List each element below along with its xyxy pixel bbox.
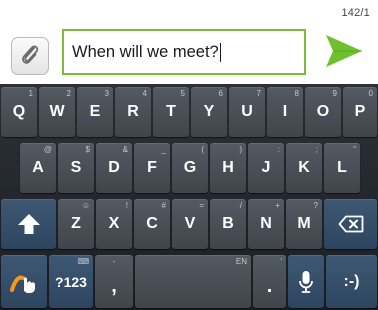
send-button[interactable]	[322, 33, 366, 73]
key-g[interactable]: (G	[172, 143, 208, 193]
key-h[interactable]: ) H	[210, 143, 246, 193]
key-a[interactable]: @ A	[20, 143, 56, 193]
swype-hand-icon	[9, 270, 39, 294]
key-label: K	[298, 159, 310, 176]
message-text: When will we meet?	[72, 42, 219, 61]
key-p[interactable]: 0P	[343, 87, 377, 137]
key-label: X	[108, 215, 120, 232]
key-l[interactable]: " L	[324, 143, 360, 193]
microphone-icon	[298, 270, 314, 294]
key-m[interactable]: ? M	[286, 199, 322, 249]
period-key[interactable]: ' .	[253, 255, 286, 308]
shift-key-face	[1, 199, 56, 249]
space-key[interactable]: EN	[135, 255, 251, 308]
key-label: V	[184, 215, 196, 232]
key-label: B	[222, 215, 234, 232]
key-label: H	[222, 159, 234, 176]
key-r[interactable]: 4R	[115, 87, 151, 137]
key-label: L	[337, 159, 347, 176]
key-label: M	[297, 215, 311, 232]
key-label: U	[241, 103, 253, 120]
key-v[interactable]: = V	[172, 199, 208, 249]
comma-key[interactable]: - ,	[95, 255, 133, 308]
key-f[interactable]: _ F	[134, 143, 170, 193]
key-label: R	[127, 103, 139, 120]
key-c[interactable]: # C	[134, 199, 170, 249]
key-label: N	[260, 215, 272, 232]
key-k[interactable]: ; K	[286, 143, 322, 193]
shift-key[interactable]	[1, 199, 56, 249]
key-label: Q	[12, 103, 26, 120]
key-label: I	[282, 103, 288, 120]
key-label: E	[89, 103, 101, 120]
key-i[interactable]: 8I	[267, 87, 303, 137]
key-n[interactable]: + N	[248, 199, 284, 249]
key-label: Y	[203, 103, 215, 120]
swype-key[interactable]	[1, 255, 47, 308]
key-label: A	[32, 159, 44, 176]
shift-arrow-icon	[17, 213, 41, 235]
key-label: .	[266, 275, 273, 297]
send-arrow-icon	[324, 34, 364, 73]
paperclip-icon	[19, 42, 41, 71]
key-label: F	[147, 159, 157, 176]
compose-area: 142/1 When will we meet?	[0, 0, 378, 84]
soft-keyboard: 1Q 2W 3E 4R 5T 6Y 7U 8I 9O 0P @ A $ S & D _…	[0, 84, 378, 310]
key-x[interactable]: ! X	[96, 199, 132, 249]
key-q[interactable]: 1Q	[1, 87, 37, 137]
key-label: S	[70, 159, 82, 176]
key-label: G	[183, 159, 197, 176]
key-label: T	[166, 103, 176, 120]
symbols-key[interactable]: ⌨ ?123	[49, 255, 93, 308]
swype-key-face	[1, 255, 47, 308]
text-caret	[219, 42, 221, 62]
message-input[interactable]: When will we meet?	[62, 29, 306, 75]
smiley-key[interactable]: :-)	[326, 255, 377, 308]
key-label: ,	[111, 275, 117, 297]
key-o[interactable]: 9O	[305, 87, 341, 137]
backspace-key-face	[324, 199, 377, 249]
key-w[interactable]: 2W	[39, 87, 75, 137]
key-j[interactable]: :J	[248, 143, 284, 193]
key-label: Z	[71, 215, 81, 232]
attach-button[interactable]	[11, 37, 49, 75]
key-b[interactable]: / B	[210, 199, 246, 249]
key-label: C	[146, 215, 158, 232]
key-label: J	[261, 159, 271, 176]
key-label: D	[108, 159, 120, 176]
microphone-key-face	[288, 255, 324, 308]
key-label: :-)	[343, 272, 360, 290]
key-s[interactable]: $ S	[58, 143, 94, 193]
key-u[interactable]: 7U	[229, 87, 265, 137]
key-label: O	[316, 103, 330, 120]
backspace-icon	[338, 215, 364, 233]
key-z[interactable]: ☺ Z	[58, 199, 94, 249]
character-counter: 142/1	[341, 7, 370, 19]
microphone-key[interactable]	[288, 255, 324, 308]
key-y[interactable]: 6Y	[191, 87, 227, 137]
key-t[interactable]: 5T	[153, 87, 189, 137]
backspace-key[interactable]	[324, 199, 377, 249]
key-label: W	[49, 103, 65, 120]
key-d[interactable]: & D	[96, 143, 132, 193]
key-label: ?123	[55, 273, 87, 290]
key-e[interactable]: 3E	[77, 87, 113, 137]
key-label: P	[354, 103, 366, 120]
language-hint: EN	[235, 257, 247, 266]
